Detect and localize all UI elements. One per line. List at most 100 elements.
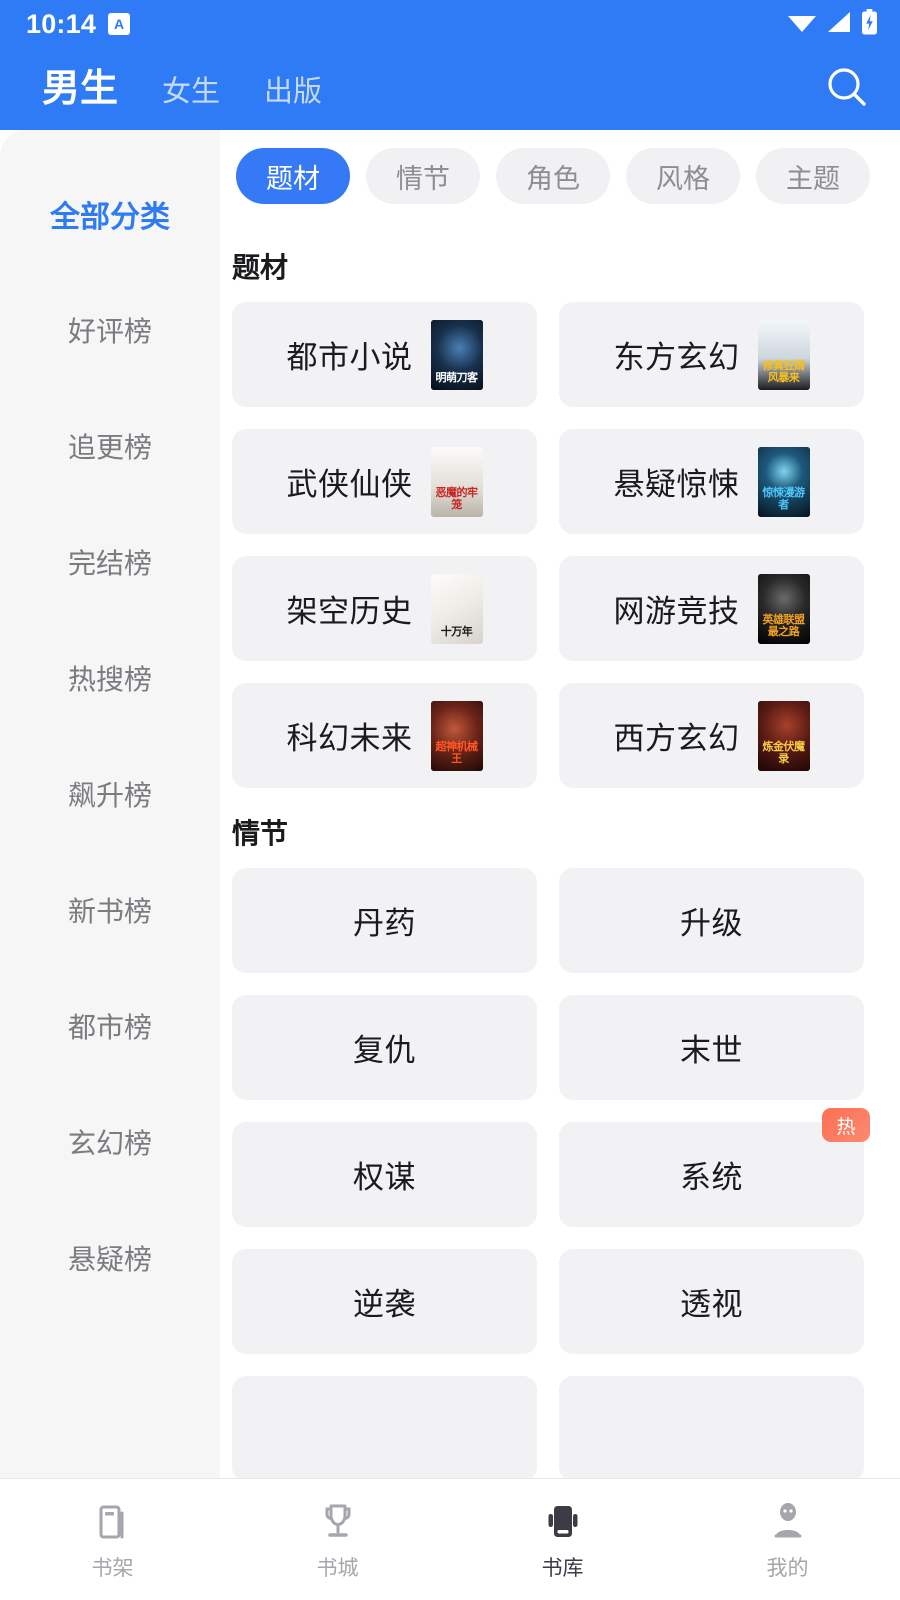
genre-cell-alt-history[interactable]: 架空历史 十万年 <box>232 556 537 661</box>
section-title-genre: 题材 <box>232 252 289 283</box>
nav-item-library[interactable]: 书库 <box>450 1498 675 1582</box>
plot-label: 权谋 <box>353 1160 416 1195</box>
plot-label: 丹药 <box>353 906 416 941</box>
trophy-icon <box>316 1498 360 1544</box>
genre-cell-wuxia[interactable]: 武侠仙侠 恶魔的牢笼 <box>232 429 537 534</box>
nav-item-bookcity[interactable]: 书城 <box>225 1498 450 1582</box>
sidebar-item-all-categories[interactable]: 全部分类 <box>0 156 220 272</box>
chip-style[interactable]: 风格 <box>626 148 740 204</box>
battery-charging-icon <box>861 8 878 40</box>
section-plot: 情节 丹药 升级 复仇 末世 权谋 系统 热 逆袭 透视 <box>220 812 900 1478</box>
status-bar-right <box>787 8 878 40</box>
cover-title: 惊悚漫游者 <box>762 487 806 511</box>
plot-cell-pill[interactable]: 丹药 <box>232 868 537 973</box>
plot-cell-revenge[interactable]: 复仇 <box>232 995 537 1100</box>
plot-cell-partial-left[interactable] <box>232 1376 537 1478</box>
sidebar-item-rating-rank[interactable]: 好评榜 <box>0 272 220 388</box>
plot-label: 系统 <box>680 1160 743 1195</box>
filter-chip-row[interactable]: 题材 情节 角色 风格 主题 <box>220 130 900 222</box>
cover-title: 十万年 <box>440 625 473 638</box>
book-cover-thumb: 英雄联盟最之路 <box>757 573 810 644</box>
cover-title: 恶魔的牢笼 <box>435 487 479 511</box>
plot-label: 透视 <box>680 1287 743 1322</box>
sidebar-item-mystery-rank[interactable]: 悬疑榜 <box>0 1200 220 1316</box>
plot-cell-partial-right[interactable] <box>559 1376 864 1478</box>
nav-item-mine[interactable]: 我的 <box>675 1498 900 1582</box>
app-header: 男生 女生 出版 <box>0 48 900 130</box>
hot-badge: 热 <box>822 1108 870 1142</box>
plot-cell-intrigue[interactable]: 权谋 <box>232 1122 537 1227</box>
plot-label: 末世 <box>680 1033 743 1068</box>
status-bar-left: 10:14 A <box>26 8 131 39</box>
sidebar-item-finished-rank[interactable]: 完结榜 <box>0 504 220 620</box>
sidebar-item-fantasy-rank[interactable]: 玄幻榜 <box>0 1084 220 1200</box>
genre-label: 科幻未来 <box>286 721 413 756</box>
plot-cell-xray[interactable]: 透视 <box>559 1249 864 1354</box>
section-title-plot: 情节 <box>232 818 289 849</box>
nav-item-bookshelf[interactable]: 书架 <box>0 1498 225 1582</box>
plot-cell-levelup[interactable]: 升级 <box>559 868 864 973</box>
sidebar-item-newbook-rank[interactable]: 新书榜 <box>0 852 220 968</box>
tab-boys[interactable]: 男生 <box>42 70 118 108</box>
tab-girls[interactable]: 女生 <box>162 78 220 107</box>
genre-cell-thriller[interactable]: 悬疑惊悚 惊悚漫游者 <box>559 429 864 534</box>
search-button[interactable] <box>820 62 874 116</box>
signal-icon <box>826 11 852 38</box>
nav-label: 书城 <box>316 1556 359 1580</box>
book-cover-thumb: 炼金伏魔录 <box>757 700 810 771</box>
sidebar-item-update-rank[interactable]: 追更榜 <box>0 388 220 504</box>
plot-label: 升级 <box>680 906 743 941</box>
status-time: 10:14 <box>26 8 97 39</box>
plot-cell-system[interactable]: 系统 热 <box>559 1108 870 1227</box>
genre-grid: 都市小说 明萌刀客 东方玄幻 修真狂婿风暴来 武侠仙侠 恶魔的牢笼 悬疑惊悚 惊… <box>232 302 864 788</box>
genre-label: 西方玄幻 <box>613 721 740 756</box>
genre-label: 东方玄幻 <box>613 340 740 375</box>
book-cover-thumb: 恶魔的牢笼 <box>430 446 483 517</box>
page-body: 全部分类 好评榜 追更榜 完结榜 热搜榜 飙升榜 新书榜 都市榜 玄幻榜 悬疑榜… <box>0 130 900 1478</box>
category-sidebar[interactable]: 全部分类 好评榜 追更榜 完结榜 热搜榜 飙升榜 新书榜 都市榜 玄幻榜 悬疑榜 <box>0 130 220 1478</box>
app-notification-icon: A <box>108 13 131 35</box>
plot-label: 逆袭 <box>353 1287 416 1322</box>
sidebar-item-hotsearch-rank[interactable]: 热搜榜 <box>0 620 220 736</box>
bookshelf-icon <box>91 1498 135 1544</box>
cover-title: 修真狂婿风暴来 <box>762 360 806 384</box>
section-genre: 题材 都市小说 明萌刀客 东方玄幻 修真狂婿风暴来 武侠仙侠 恶魔的牢笼 悬疑惊… <box>220 246 900 788</box>
plot-cell-counterattack[interactable]: 逆袭 <box>232 1249 537 1354</box>
chip-theme[interactable]: 主题 <box>756 148 870 204</box>
header-tabs: 男生 女生 出版 <box>42 70 820 108</box>
category-content: 题材 情节 角色 风格 主题 题材 都市小说 明萌刀客 东方玄幻 修真狂婿风暴来… <box>220 130 900 1478</box>
plot-grid: 丹药 升级 复仇 末世 权谋 系统 热 逆袭 透视 <box>232 868 870 1478</box>
book-cover-thumb: 十万年 <box>430 573 483 644</box>
nav-label: 书架 <box>91 1556 134 1580</box>
book-cover-thumb: 超神机械王 <box>430 700 483 771</box>
genre-cell-scifi[interactable]: 科幻未来 超神机械王 <box>232 683 537 788</box>
nav-label: 我的 <box>766 1556 809 1580</box>
chip-plot[interactable]: 情节 <box>366 148 480 204</box>
genre-label: 网游竞技 <box>613 594 740 629</box>
wifi-icon <box>787 11 817 38</box>
search-icon <box>824 64 870 115</box>
plot-cell-apocalypse[interactable]: 末世 <box>559 995 864 1100</box>
genre-cell-western-fantasy[interactable]: 西方玄幻 炼金伏魔录 <box>559 683 864 788</box>
sidebar-item-urban-rank[interactable]: 都市榜 <box>0 968 220 1084</box>
genre-cell-eastern-fantasy[interactable]: 东方玄幻 修真狂婿风暴来 <box>559 302 864 407</box>
genre-label: 悬疑惊悚 <box>613 467 740 502</box>
tab-publish[interactable]: 出版 <box>264 78 322 107</box>
person-icon <box>766 1498 810 1544</box>
genre-label: 架空历史 <box>286 594 413 629</box>
chip-genre[interactable]: 题材 <box>236 148 350 204</box>
chip-character[interactable]: 角色 <box>496 148 610 204</box>
genre-cell-esports[interactable]: 网游竞技 英雄联盟最之路 <box>559 556 864 661</box>
book-cover-thumb: 明萌刀客 <box>430 319 483 390</box>
nav-label: 书库 <box>541 1556 584 1580</box>
library-icon <box>541 1498 585 1544</box>
app-root: 10:14 A 男生 女生 出版 全部分类 好评榜 追更榜 完结榜 热搜榜 飙升… <box>0 0 900 1600</box>
book-cover-thumb: 修真狂婿风暴来 <box>757 319 810 390</box>
genre-cell-urban[interactable]: 都市小说 明萌刀客 <box>232 302 537 407</box>
plot-label: 复仇 <box>353 1033 416 1068</box>
bottom-navigation[interactable]: 书架 书城 书库 我的 <box>0 1478 900 1600</box>
genre-label: 都市小说 <box>286 340 413 375</box>
status-bar: 10:14 A <box>0 0 900 48</box>
cover-title: 超神机械王 <box>435 741 479 765</box>
sidebar-item-rising-rank[interactable]: 飙升榜 <box>0 736 220 852</box>
